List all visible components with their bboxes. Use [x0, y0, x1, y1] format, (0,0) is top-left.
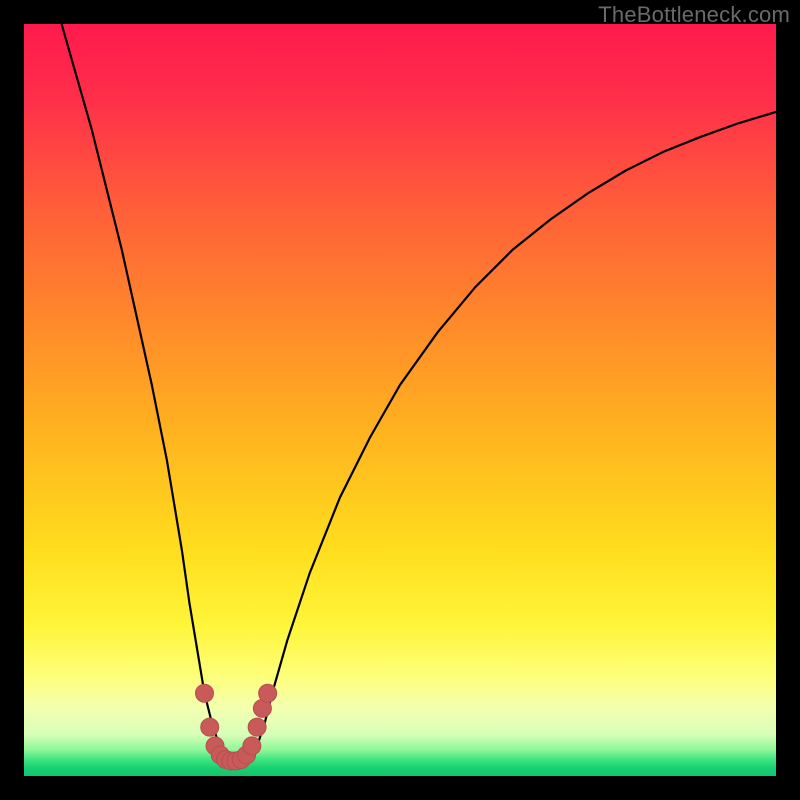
gradient-background	[24, 24, 776, 776]
marker-dot	[248, 718, 266, 736]
bottleneck-chart	[24, 24, 776, 776]
chart-frame	[24, 24, 776, 776]
marker-dot	[259, 684, 277, 702]
marker-dot	[195, 684, 213, 702]
marker-dot	[243, 737, 261, 755]
marker-dot	[201, 718, 219, 736]
watermark-text: TheBottleneck.com	[598, 2, 790, 28]
